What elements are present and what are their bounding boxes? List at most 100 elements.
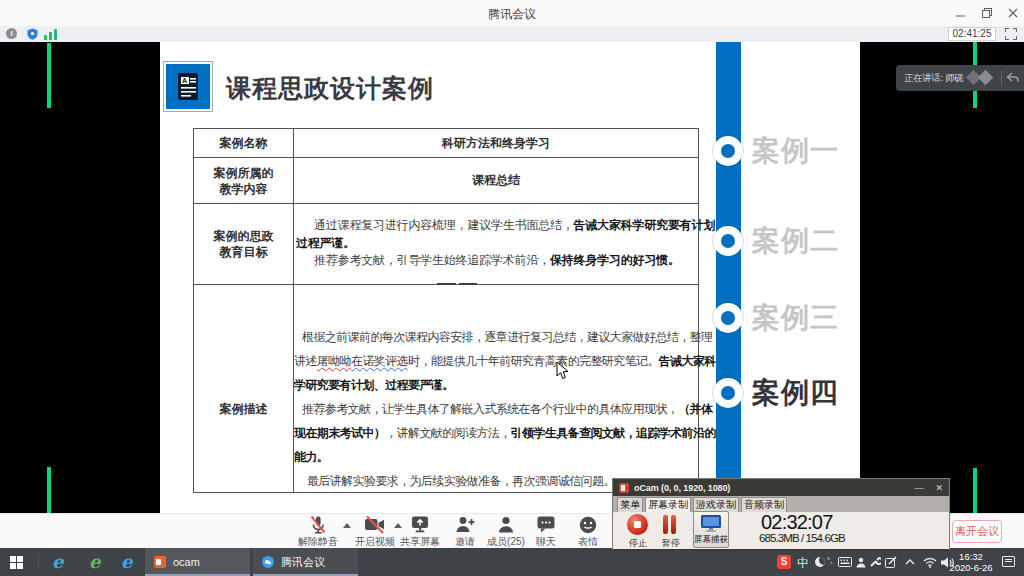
row-label: 案例名称	[194, 129, 294, 157]
ocam-screen-capture-button[interactable]: 屏幕捕获	[693, 511, 729, 548]
slide-timeline-bar	[716, 42, 741, 513]
collapse-arrow-icon[interactable]	[1006, 72, 1019, 84]
emoji-icon	[578, 515, 598, 535]
share-pen-icon[interactable]	[885, 556, 897, 568]
members-icon	[496, 515, 516, 535]
row-value: 科研方法和终身学习	[294, 129, 698, 157]
keyboard-icon[interactable]	[838, 557, 852, 567]
window-titlebar: 腾讯会议	[0, 0, 1024, 26]
meeting-duration: 02:41:25	[948, 27, 996, 41]
close-button[interactable]	[1008, 8, 1018, 18]
timeline-dot-4	[713, 378, 743, 408]
invite-person-icon	[454, 515, 476, 535]
mic-muted-icon	[307, 515, 329, 536]
ocam-tab-menu[interactable]: 菜单	[617, 497, 643, 512]
table-row-content: 案例所属的 教学内容 课程总结	[194, 158, 698, 204]
nav-label-case1: 案例一	[752, 136, 882, 166]
table-row-name: 案例名称 科研方法和终身学习	[194, 129, 698, 158]
ocam-minimize-button[interactable]: —	[914, 483, 923, 493]
ocam-tab-audio-record[interactable]: 音频录制	[741, 497, 787, 512]
table-row-description: 案例描述 根据之前课前的每次课程内容安排，逐章进行复习总结，建议大家做好总结，整…	[194, 285, 698, 492]
speaking-text: 正在讲话: 师砚	[904, 72, 963, 85]
ocam-timer: 02:32:07	[761, 513, 832, 531]
capture-border-segment	[47, 43, 51, 108]
taskbar-app-ocam[interactable]: ocam	[145, 548, 250, 576]
action-center-icon[interactable]	[1002, 556, 1015, 567]
ocam-app-logo	[619, 483, 629, 493]
taskbar-app-meeting[interactable]: 腾讯会议	[253, 548, 358, 576]
timeline-dot-3	[713, 303, 743, 333]
sogou-ime-icon[interactable]: S	[777, 555, 791, 569]
ocam-window-title: oCam (0, 0, 1920, 1080)	[634, 483, 902, 493]
timeline-dot-1	[713, 136, 743, 166]
capture-border-segment	[973, 468, 977, 513]
ocam-body: 停止 暂停 屏幕捕获 02:32:07 685.3MB / 154.6GB	[613, 512, 949, 549]
case-table: 案例名称 科研方法和终身学习 案例所属的 教学内容 课程总结 案例的思政 教育目…	[193, 128, 699, 493]
speaking-banner: 正在讲话: 师砚	[896, 65, 1024, 91]
person-tray-icon[interactable]	[856, 557, 866, 568]
moon-icon[interactable]	[815, 557, 825, 567]
ocam-tab-screen-record[interactable]: 屏幕录制	[645, 497, 691, 512]
emoji-button[interactable]: 表情	[556, 515, 620, 547]
screen: 腾讯会议 i 02:41:25 A	[0, 0, 1024, 576]
green-browser-icon[interactable]: e	[89, 551, 100, 572]
shared-screen: A 课程思政设计案例 案例名称 科研方法和终身学习 案例所属的 教学内容	[0, 42, 1024, 513]
monitor-icon	[700, 514, 722, 533]
info-icon[interactable]: i	[6, 28, 17, 39]
wifi-icon[interactable]	[923, 557, 937, 568]
row-value: 课程总结	[294, 158, 698, 203]
ocam-storage: 685.3MB / 154.6GB	[759, 533, 845, 544]
row-label: 案例描述	[194, 285, 294, 492]
shield-icon[interactable]	[27, 28, 38, 40]
taskbar: e e e ocam 腾讯会议 S 中 °, 16:322020-6-26	[0, 548, 1024, 576]
nav-label-case3: 案例三	[752, 303, 882, 333]
ocam-close-button[interactable]: ✕	[935, 483, 943, 493]
nav-label-case2: 案例二	[752, 226, 882, 256]
unmute-button[interactable]: 解除静音	[286, 515, 350, 547]
slide-dash-mark	[437, 283, 456, 285]
chat-icon	[535, 515, 557, 535]
ime-symbols: °,	[827, 556, 832, 565]
edge-browser-icon[interactable]: e	[52, 551, 63, 572]
ocam-window: oCam (0, 0, 1920, 1080) — ✕ 菜单 屏幕录制 游戏录制…	[612, 478, 950, 551]
restore-button[interactable]	[982, 8, 992, 18]
leave-meeting-button[interactable]: 离开会议	[952, 520, 1002, 543]
row-label: 案例所属的 教学内容	[194, 158, 294, 203]
camera-off-icon	[363, 515, 387, 536]
mouse-cursor	[556, 361, 570, 381]
timeline-dot-2	[713, 226, 743, 256]
slide-title: 课程思政设计案例	[226, 75, 434, 101]
document-icon: A	[175, 71, 201, 103]
fullscreen-icon[interactable]	[1005, 28, 1017, 40]
hidden-icons-chevron[interactable]	[905, 559, 915, 565]
ie-browser-icon[interactable]: e	[121, 551, 132, 572]
slide-logo: A	[163, 61, 213, 112]
meeting-app-icon	[262, 556, 274, 568]
ocam-tab-game-record[interactable]: 游戏录制	[693, 497, 739, 512]
ocam-titlebar[interactable]: oCam (0, 0, 1920, 1080) — ✕	[613, 479, 949, 496]
wrench-icon[interactable]	[869, 556, 881, 568]
minimize-button[interactable]	[956, 8, 966, 18]
taskbar-clock[interactable]: 16:322020-6-26	[948, 551, 994, 573]
ime-language-indicator[interactable]: 中	[797, 555, 809, 572]
row-richtext: 根据之前课前的每次课程内容安排，逐章进行复习总结，建议大家做好总结，整理，讲述屠…	[294, 285, 698, 492]
nav-label-case4: 案例四	[752, 378, 882, 408]
window-title: 腾讯会议	[0, 6, 1024, 23]
ocam-tab-bar: 菜单 屏幕录制 游戏录制 音频录制	[613, 496, 949, 512]
share-screen-icon	[409, 515, 431, 535]
ocam-stop-button[interactable]	[627, 514, 648, 535]
ocam-app-icon	[154, 556, 166, 568]
table-row-goal: 案例的思政 教育目标 通过课程复习进行内容梳理，建议学生书面总结，告诫大家科学研…	[194, 204, 698, 285]
svg-text:A: A	[182, 77, 187, 84]
capture-border-segment	[47, 467, 51, 513]
signal-strength-icon	[44, 28, 58, 40]
start-button[interactable]	[10, 556, 23, 569]
presentation-slide: A 课程思政设计案例 案例名称 科研方法和终身学习 案例所属的 教学内容	[160, 42, 860, 513]
row-label: 案例的思政 教育目标	[194, 204, 294, 284]
ocam-pause-label: 暂停	[651, 537, 691, 550]
slide-dash-mark	[459, 283, 477, 285]
speaker-avatar	[978, 70, 994, 86]
ocam-pause-button[interactable]	[663, 515, 679, 534]
row-richtext: 通过课程复习进行内容梳理，建议学生书面总结，告诫大家科学研究要有计划、过程严谨。…	[294, 204, 698, 284]
meeting-infobar: i 02:41:25	[0, 26, 1024, 42]
